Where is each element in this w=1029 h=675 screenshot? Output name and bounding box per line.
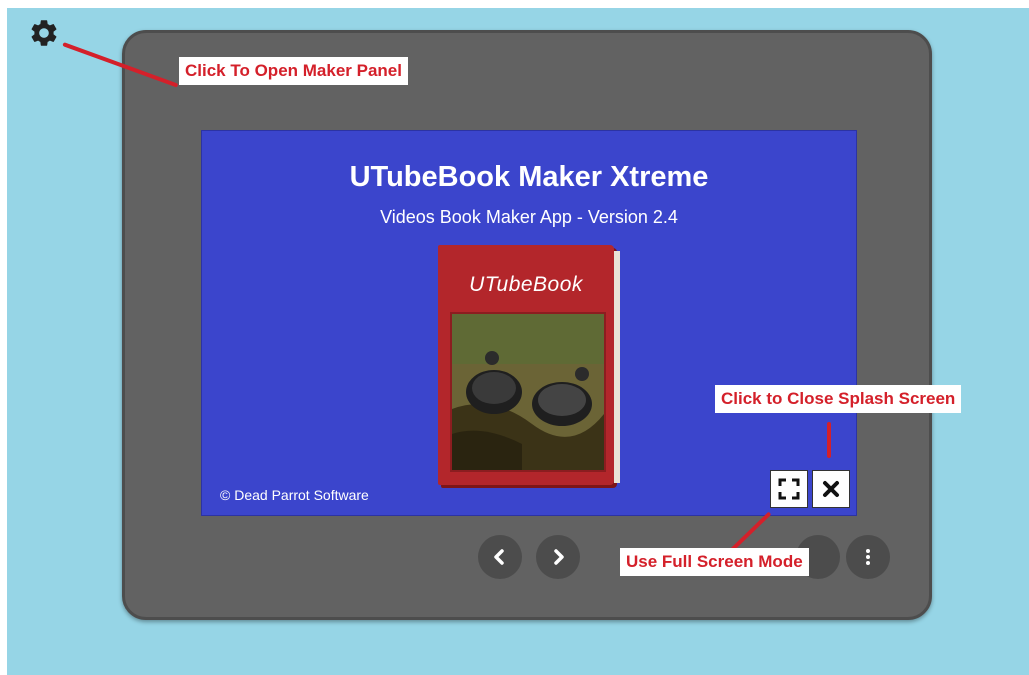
close-icon <box>823 481 839 497</box>
fullscreen-button[interactable] <box>770 470 808 508</box>
callout-full-screen: Use Full Screen Mode <box>620 548 809 576</box>
copyright-text: © Dead Parrot Software <box>220 487 369 503</box>
gear-icon[interactable] <box>28 17 60 49</box>
next-page-button[interactable] <box>536 535 580 579</box>
fullscreen-icon <box>778 478 800 500</box>
book-title: UTubeBook <box>469 273 583 296</box>
splash-screen: UTubeBook Maker Xtreme Videos Book Maker… <box>201 130 857 516</box>
splash-subtitle: Videos Book Maker App - Version 2.4 <box>380 207 678 227</box>
splash-title: UTubeBook Maker Xtreme <box>349 161 709 193</box>
callout-close-splash: Click to Close Splash Screen <box>715 385 962 413</box>
book-cover: UTubeBook <box>438 245 620 485</box>
book-pages <box>614 251 620 483</box>
more-vertical-icon <box>866 549 870 565</box>
turtles-photo <box>450 312 606 472</box>
more-options-button[interactable] <box>846 535 890 579</box>
previous-page-button[interactable] <box>478 535 522 579</box>
close-splash-pointer <box>827 422 831 458</box>
callout-maker-panel: Click To Open Maker Panel <box>179 57 408 85</box>
chevron-left-icon <box>494 549 504 565</box>
chevron-right-icon <box>554 549 564 565</box>
close-splash-button[interactable] <box>812 470 850 508</box>
